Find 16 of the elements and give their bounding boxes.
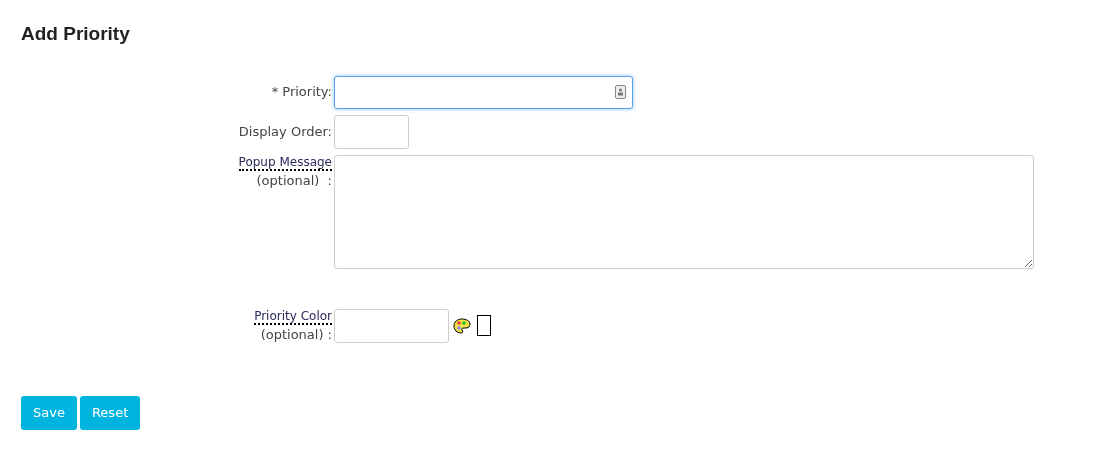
field-label: Priority Color bbox=[254, 308, 332, 325]
contact-card-icon bbox=[615, 85, 626, 99]
optional-hint: (optional) : bbox=[260, 325, 332, 344]
page-title: Add Priority bbox=[21, 22, 131, 46]
optional-hint: (optional) : bbox=[256, 171, 332, 190]
save-button[interactable]: Save bbox=[21, 395, 77, 430]
field-label: * Priority: bbox=[271, 83, 332, 102]
popup-message-field[interactable] bbox=[334, 154, 1034, 269]
color-field[interactable] bbox=[334, 308, 449, 343]
color-preview bbox=[477, 315, 491, 336]
palette-icon[interactable] bbox=[453, 317, 471, 334]
field-label: Popup Message bbox=[238, 154, 332, 171]
reset-button[interactable]: Reset bbox=[79, 395, 141, 430]
field-label: Display Order: bbox=[238, 122, 332, 141]
display-order-field[interactable] bbox=[334, 114, 409, 149]
priority-field[interactable] bbox=[334, 75, 633, 109]
